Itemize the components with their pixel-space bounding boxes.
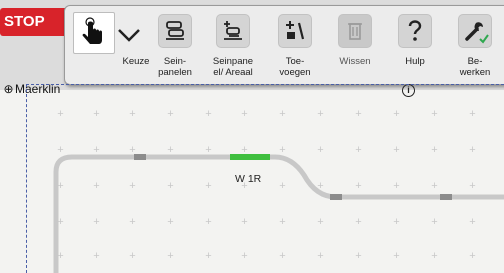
track-layer <box>53 154 504 273</box>
track-divider <box>330 194 342 200</box>
turnout-label: W 1R <box>235 173 262 185</box>
track-section[interactable] <box>53 154 504 273</box>
track-divider <box>440 194 452 200</box>
turnout-w1r[interactable] <box>230 154 270 160</box>
track-divider <box>134 154 146 160</box>
